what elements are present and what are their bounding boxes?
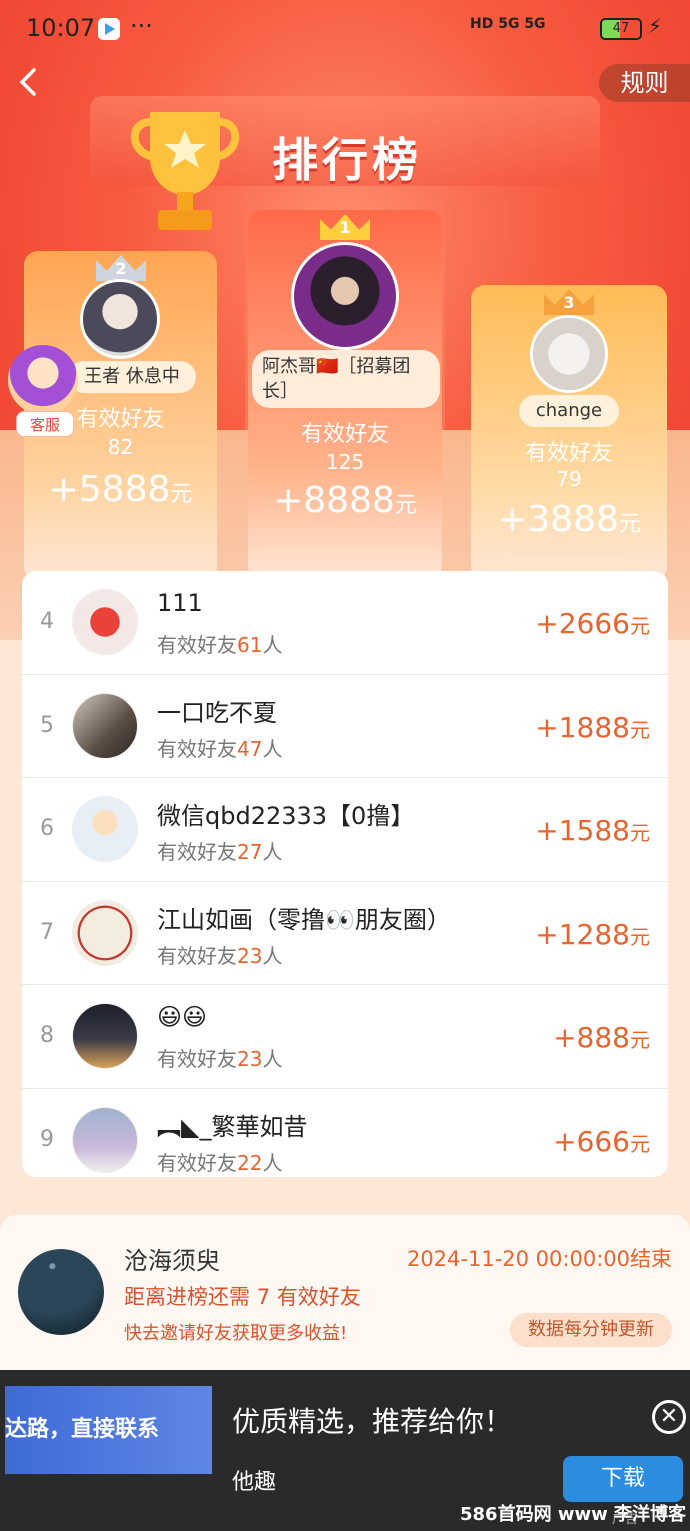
list-item[interactable]: 7 江山如画（零撸👀朋友圈） 有效好友23人 +1288元 [22,882,668,985]
podium-label: 有效好友 [300,422,389,447]
avatar [72,1003,138,1069]
amount-value: +3888 [497,499,619,540]
charging-icon: ⚡ [648,14,663,38]
avatar [80,279,160,359]
more-notifications-icon: ··· [130,12,153,40]
amount-unit: 元 [394,493,417,518]
page-title: 排行榜 [272,133,422,187]
signal-icon: HD 5G 5G [470,16,546,32]
friend-count: 有效好友27人 [157,840,283,864]
close-icon[interactable]: ✕ [652,1400,686,1434]
user-name: 江山如画（零撸👀朋友圈） [157,905,451,934]
bronze-crown-icon: 3 [544,283,594,319]
podium-count: 125 [325,450,365,474]
podium-label: 有效好友 [524,441,613,466]
podium-name: 王者 休息中 [68,361,196,393]
gold-crown-icon: 1 [320,208,370,244]
list-item[interactable]: 4 111 有效好友61人 +2666元 [22,571,668,675]
podium-first[interactable]: 1 阿杰哥🇨🇳［招募团长］ 有效好友 125 +8888元 [248,210,442,580]
friend-count: 有效好友23人 [157,1047,283,1071]
ad-source: 他趣 [232,1470,277,1495]
user-name: 111 [157,589,203,617]
user-name: 一口吃不夏 [157,698,277,727]
update-badge: 数据每分钟更新 [510,1313,672,1347]
rank-number: 7 [40,919,54,945]
chevron-left-icon [19,68,36,96]
reward-amount: +2666元 [535,607,650,640]
friend-count: 有效好友23人 [157,943,283,968]
list-item[interactable]: 8 😃😃 有效好友23人 +888元 [22,985,668,1089]
list-item[interactable]: 9 ︻◣_繁華如昔 有效好友22人 +666元 [22,1089,668,1178]
ranking-list: 4 111 有效好友61人 +2666元 5 一口吃不夏 有效好友47人 +18… [22,571,668,1177]
battery-icon: 47 [600,18,642,40]
customer-service-button[interactable]: 客服 [8,345,82,437]
podium-amount: +5888元 [24,469,217,510]
reward-amount: +1288元 [535,917,650,951]
amount-value: +8888 [273,480,395,521]
user-name: 😃😃 [157,1003,208,1031]
friend-count: 有效好友61人 [157,633,283,657]
rank-number: 4 [40,609,54,634]
rank-number: 5 [40,712,54,738]
avatar [72,692,138,759]
reward-amount: +666元 [553,1124,650,1158]
customer-service-avatar [8,345,78,415]
list-item[interactable]: 5 一口吃不夏 有效好友47人 +1888元 [22,675,668,778]
watermark: 586首码网 www 李洋博客 [460,1504,686,1525]
back-button[interactable] [12,64,48,100]
ad-image[interactable]: 达路，直接联系 [5,1386,212,1474]
my-rank-card: 沧海须臾 2024-11-20 00:00:00结束 距离进榜还需 7 有效好友… [0,1215,690,1370]
amount-unit: 元 [170,482,193,507]
avatar [72,1106,138,1173]
rank-number: 6 [40,816,54,841]
clock: 10:07 [26,14,96,42]
reward-amount: +1588元 [535,814,650,847]
ad-title[interactable]: 优质精选，推荐给你！ [232,1400,512,1440]
rank-number: 9 [40,1126,54,1152]
avatar [72,589,138,655]
list-item[interactable]: 6 微信qbd22333【0撸】 有效好友27人 +1588元 [22,778,668,882]
avatar [291,242,399,350]
podium-count: 82 [107,435,134,459]
play-store-icon [98,18,120,40]
customer-service-label: 客服 [16,411,74,437]
ad-banner[interactable]: 达路，直接联系 优质精选，推荐给你！ 他趣 ✕ 下载 广告 586首码网 www… [0,1370,690,1531]
avatar [530,315,608,393]
user-name: ︻◣_繁華如昔 [157,1112,308,1141]
podium-name: change [519,395,619,427]
podium-name: 阿杰哥🇨🇳［招募团长］ [252,350,440,408]
user-name: 微信qbd22333【0撸】 [157,802,415,830]
status-bar: 10:07 ··· HD 5G 5G 47 ⚡ [0,0,690,60]
my-name: 沧海须臾 [124,1247,220,1275]
podium-amount: +8888元 [248,480,442,521]
amount-value: +5888 [48,469,171,510]
trophy-icon [120,92,250,242]
rules-button[interactable]: 规则 [599,64,690,102]
friend-count: 有效好友47人 [157,736,283,761]
reward-amount: +888元 [553,1021,650,1054]
avatar [72,899,138,966]
podium-third[interactable]: 3 change 有效好友 79 +3888元 [471,285,667,581]
friends-needed: 距离进榜还需 7 有效好友 [124,1285,361,1309]
avatar [18,1249,104,1335]
podium-count: 79 [556,467,582,491]
podium-amount: +3888元 [471,499,667,540]
amount-unit: 元 [618,512,641,537]
invite-hint: 快去邀请好友获取更多收益! [124,1323,348,1344]
rank-number: 8 [40,1023,54,1048]
deadline-text: 2024-11-20 00:00:00结束 [406,1247,672,1271]
reward-amount: +1888元 [535,710,650,744]
download-button[interactable]: 下载 [563,1456,683,1502]
friend-count: 有效好友22人 [157,1150,283,1175]
avatar [72,796,138,862]
